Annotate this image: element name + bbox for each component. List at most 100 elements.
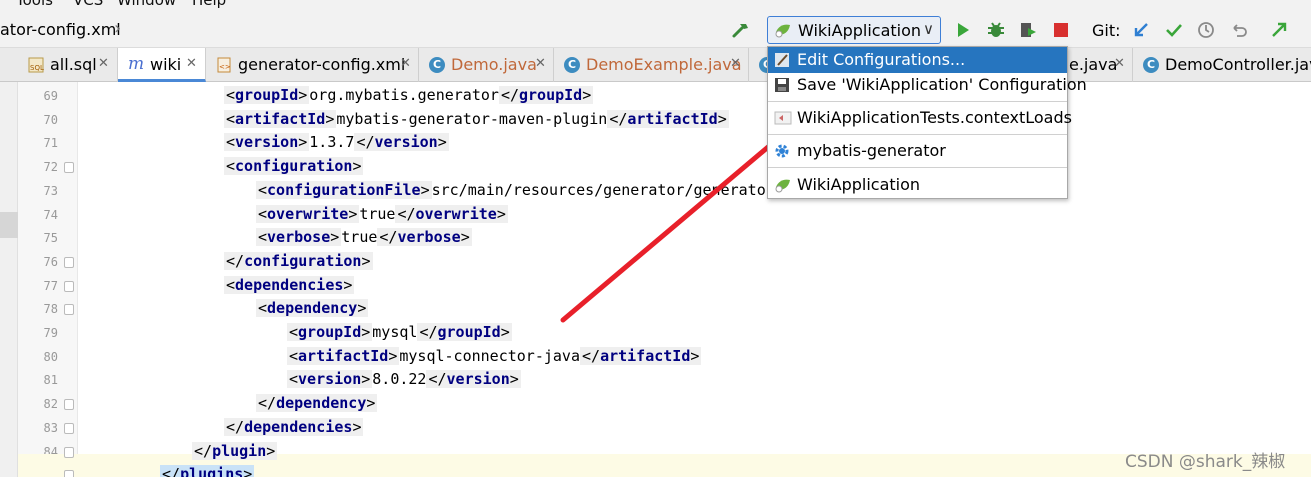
code-line[interactable]: <version> 8.0.22 </version> — [287, 370, 521, 389]
xml-text: mybatis-generator-maven-plugin — [336, 109, 608, 128]
code-line[interactable]: <overwrite> true </overwrite> — [256, 204, 508, 223]
spring-boot-icon — [774, 22, 792, 38]
editor-tab-bar: SQL all.sql ✕ m wiki ✕ <> generator-conf… — [0, 48, 1311, 82]
stop-icon[interactable] — [1050, 19, 1072, 41]
git-history-icon[interactable] — [1195, 19, 1217, 41]
fold-marker-icon[interactable] — [64, 446, 74, 458]
java-class-icon: C — [429, 57, 445, 73]
git-label: Git: — [1092, 21, 1121, 40]
xml-text: mysql — [372, 323, 418, 341]
fold-marker-icon[interactable] — [64, 280, 74, 292]
watermark: CSDN @shark_辣椒 — [1125, 452, 1286, 472]
tab-label: e.java — [1069, 55, 1118, 74]
tab-democontroller-java[interactable]: C DemoController.java — [1133, 48, 1311, 82]
mybatis-generator-item[interactable]: mybatis-generator — [768, 138, 1067, 164]
code-editor[interactable]: 6970717273747576777879808182838485 <grou… — [0, 82, 1311, 477]
wikiapplication-item[interactable]: WikiApplication — [768, 172, 1067, 198]
line-number: 71 — [43, 136, 58, 151]
fold-marker-icon[interactable] — [64, 256, 74, 268]
menu-vcs[interactable]: VCS — [73, 0, 103, 9]
code-line[interactable]: <version> 1.3.7 </version> — [224, 133, 449, 152]
breadcrumb-chevron-icon: › — [114, 18, 122, 39]
line-number: 73 — [43, 183, 58, 198]
fold-marker-icon[interactable] — [64, 399, 74, 411]
xml-open-tag: <dependency> — [256, 299, 369, 318]
line-number-gutter[interactable]: 6970717273747576777879808182838485 — [18, 82, 78, 477]
menu-window[interactable]: Window — [117, 0, 176, 9]
svg-text:SQL: SQL — [30, 64, 44, 72]
close-icon[interactable]: ✕ — [400, 56, 411, 71]
close-icon[interactable]: ✕ — [730, 56, 741, 71]
close-icon[interactable]: ✕ — [535, 56, 546, 71]
line-number: 77 — [43, 278, 58, 293]
xml-open-tag: <dependencies> — [224, 275, 355, 294]
tab-generator-config[interactable]: <> generator-config.xml ✕ — [206, 48, 419, 82]
line-number: 79 — [43, 326, 58, 340]
test-icon — [774, 110, 792, 126]
tab-wiki[interactable]: m wiki ✕ — [118, 48, 206, 82]
maven-icon: m — [128, 54, 145, 74]
tool-window-button[interactable] — [0, 212, 18, 238]
code-line[interactable]: <verbose> true </verbose> — [256, 228, 472, 247]
tab-demoexample-java[interactable]: C DemoExample.java ✕ — [554, 48, 749, 82]
fold-marker-icon[interactable] — [64, 422, 74, 434]
code-line[interactable]: </dependency> — [256, 394, 378, 413]
item-label: WikiApplicationTests.contextLoads — [797, 108, 1072, 127]
line-number: 72 — [43, 160, 58, 175]
tab-demo-java[interactable]: C Demo.java ✕ — [419, 48, 554, 82]
run-icon[interactable] — [952, 19, 974, 41]
tab-label: DemoExample.java — [586, 55, 742, 74]
tab-all-sql[interactable]: SQL all.sql ✕ — [18, 48, 118, 82]
tab-label: DemoController.java — [1165, 55, 1311, 74]
code-line[interactable]: <dependency> — [256, 299, 369, 318]
save-icon — [774, 77, 792, 93]
code-line[interactable]: <dependencies> — [224, 275, 355, 294]
code-line[interactable]: <configuration> — [224, 157, 364, 176]
code-line[interactable]: <artifactId> mysql-connector-java </artifa… — [287, 346, 702, 365]
line-number: 81 — [43, 373, 58, 388]
xml-close-tag: </plugins> — [160, 465, 255, 477]
run-configuration-selector[interactable]: WikiApplication ∨ — [767, 16, 941, 44]
git-push-icon[interactable] — [1268, 19, 1290, 41]
code-line[interactable]: </configuration> — [224, 251, 373, 270]
coverage-icon[interactable] — [1017, 19, 1039, 41]
close-icon[interactable]: ✕ — [98, 56, 109, 71]
line-number: 70 — [43, 112, 58, 127]
close-icon[interactable]: ✕ — [186, 56, 197, 71]
code-line[interactable]: </dependencies> — [224, 417, 364, 436]
code-line[interactable]: <groupId> mysql </groupId> — [287, 323, 512, 341]
git-rollback-icon[interactable] — [1228, 19, 1250, 41]
fold-marker-icon[interactable] — [64, 162, 74, 174]
code-line[interactable]: <artifactId> mybatis-generator-maven-plug… — [224, 109, 729, 128]
run-configuration-dropdown: Edit Configurations... Save 'WikiApplica… — [767, 46, 1087, 199]
code-line[interactable]: <groupId> org.mybatis.generator </groupId> — [224, 86, 594, 104]
xml-open-tag: <groupId> — [224, 86, 310, 104]
menu-help[interactable]: Help — [192, 0, 226, 9]
build-hammer-icon[interactable] — [730, 19, 752, 41]
line-number: 83 — [43, 420, 58, 435]
xml-text: src/main/resources/generator/generator-c… — [431, 180, 820, 199]
code-line[interactable]: <configurationFile> src/main/resources/ge… — [256, 180, 820, 199]
item-label: WikiApplication — [797, 175, 921, 194]
debug-icon[interactable] — [985, 19, 1007, 41]
save-configuration-item[interactable]: Save 'WikiApplication' Configuration — [768, 72, 1087, 98]
fold-marker-icon[interactable] — [64, 304, 74, 316]
item-label: Save 'WikiApplication' Configuration — [797, 75, 1087, 94]
tab-label: wiki — [150, 55, 182, 74]
breadcrumb[interactable]: ator-config.xml — [0, 20, 121, 39]
code-line[interactable]: </plugin> — [192, 441, 278, 460]
xml-open-tag: <verbose> — [256, 228, 342, 247]
git-update-icon[interactable] — [1130, 19, 1152, 41]
test-configuration-item[interactable]: WikiApplicationTests.contextLoads — [768, 105, 1072, 131]
close-icon[interactable]: ✕ — [1114, 56, 1125, 71]
menu-tools[interactable]: Tools — [16, 0, 53, 9]
line-number: 69 — [43, 89, 58, 103]
run-configuration-name: WikiApplication — [798, 21, 922, 40]
git-commit-icon[interactable] — [1163, 19, 1185, 41]
code-line[interactable]: </plugins> — [160, 465, 255, 477]
xml-close-tag: </artifactId> — [607, 109, 729, 128]
toolbar: ator-config.xml › WikiApplication ∨ Git: — [0, 10, 1311, 48]
edit-configurations-item[interactable]: Edit Configurations... — [768, 47, 1067, 73]
fold-marker-icon[interactable] — [64, 470, 74, 477]
xml-open-tag: <overwrite> — [256, 204, 360, 223]
